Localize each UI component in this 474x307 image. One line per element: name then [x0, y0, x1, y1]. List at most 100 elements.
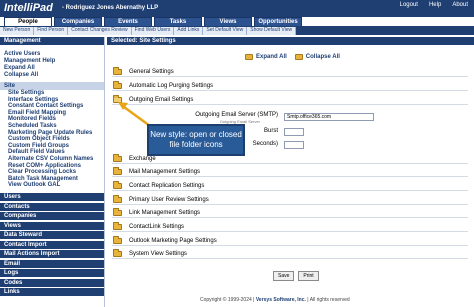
nav-constant-contact-settings[interactable]: Constant Contact Settings	[0, 103, 104, 110]
contact-changes-review-button[interactable]: Contact Changes Review	[68, 27, 132, 35]
user-line: Arthur Jones (ajones, 2) Restart	[373, 18, 468, 24]
closed-folder-icon	[113, 154, 122, 162]
nav-category-mail-actions-import[interactable]: Mail Actions Import	[0, 250, 104, 259]
closed-folder-icon	[113, 67, 122, 75]
show-default-view-button[interactable]: Show Default View	[247, 27, 297, 35]
closed-folder-icon	[113, 195, 122, 203]
nav-category-companies[interactable]: Companies	[0, 212, 104, 221]
closed-folder-icon	[113, 249, 122, 257]
expand-all-label: Expand All	[256, 54, 287, 60]
nav-category-codes[interactable]: Codes	[0, 278, 104, 287]
user-name: Arthur Jones (ajones, 2)	[385, 18, 439, 24]
section-label: Link Management Settings	[129, 210, 201, 216]
section-automatic-log-purging[interactable]: Automatic Log Purging Settings	[112, 81, 468, 91]
seconds-input[interactable]	[284, 141, 304, 149]
expand-all-control[interactable]: Expand All	[245, 54, 287, 60]
app-logo: IntelliPad	[4, 2, 53, 14]
logout-link[interactable]: Logout	[400, 2, 418, 8]
section-outgoing-email-settings[interactable]: Outgoing Email Settings	[112, 95, 468, 105]
tab-tasks[interactable]: Tasks	[154, 17, 202, 26]
about-link[interactable]: About	[452, 2, 468, 8]
nav-category-logs[interactable]: Logs	[0, 269, 104, 278]
company-name: - Rodriguez Jones Abernathy LLP	[62, 5, 159, 11]
nav-interface-settings[interactable]: Interface Settings	[0, 97, 104, 104]
nav-scheduled-tasks[interactable]: Scheduled Tasks	[0, 123, 104, 130]
collapse-all-control[interactable]: Collapse All	[294, 54, 340, 60]
nav-alternate-csv-column-names[interactable]: Alternate CSV Column Names	[0, 156, 104, 163]
nav-category-contacts[interactable]: Contacts	[0, 202, 104, 211]
nav-email-field-mapping[interactable]: Email Field Mapping	[0, 110, 104, 117]
management-help-link[interactable]: Management Help	[0, 58, 104, 65]
add-links-button[interactable]: Add Links	[174, 27, 204, 35]
tab-companies[interactable]: Companies	[54, 17, 102, 26]
main-tabs: People Companies Events Tasks Views Oppo…	[4, 17, 302, 26]
expand-all-link[interactable]: Expand All	[0, 65, 104, 72]
new-person-button[interactable]: New Person	[0, 27, 35, 35]
nav-default-field-values[interactable]: Default Field Values	[0, 149, 104, 156]
save-button[interactable]: Save	[273, 271, 295, 281]
nav-category-email[interactable]: Email	[0, 259, 104, 268]
smtp-server-input[interactable]: Smtp.office365.com	[284, 113, 374, 121]
annotation-callout: New style: open or closed file folder ic…	[147, 124, 245, 156]
section-label: ContactLink Settings	[129, 224, 185, 230]
nav-custom-field-groups[interactable]: Custom Field Groups	[0, 143, 104, 150]
nav-category-users[interactable]: Users	[0, 193, 104, 202]
nav-view-outlook-gal[interactable]: View Outlook GAL	[0, 182, 104, 189]
top-links: Logout Help About	[400, 2, 468, 8]
collapse-all-label: Collapse All	[305, 54, 340, 60]
open-folder-icon	[113, 95, 122, 103]
section-outlook-marketing-page[interactable]: Outlook Marketing Page Settings	[112, 236, 468, 246]
management-header: Management	[0, 37, 104, 45]
site-section-header[interactable]: Site	[0, 82, 104, 90]
closed-folder-icon	[294, 54, 303, 60]
section-contactlink[interactable]: ContactLink Settings	[112, 222, 468, 232]
nav-batch-task-management[interactable]: Batch Task Management	[0, 176, 104, 183]
closed-folder-icon	[113, 236, 122, 244]
toolbar: New Person Find Person Contact Changes R…	[0, 27, 297, 35]
section-label: Outgoing Email Settings	[129, 97, 194, 103]
section-link-management[interactable]: Link Management Settings	[112, 208, 468, 218]
tab-events[interactable]: Events	[104, 17, 152, 26]
help-link[interactable]: Help	[429, 2, 441, 8]
collapse-all-link[interactable]: Collapse All	[0, 72, 104, 79]
nav-monitored-fields[interactable]: Monitored Fields	[0, 116, 104, 123]
page-title: Selected: Site Settings	[107, 37, 474, 45]
section-mail-management[interactable]: Mail Management Settings	[112, 167, 468, 177]
section-label: Mail Management Settings	[129, 169, 201, 175]
nav-category-data-steward[interactable]: Data Steward	[0, 231, 104, 240]
section-label: Exchange	[129, 156, 156, 162]
burst-input[interactable]	[284, 128, 304, 136]
seconds-label: Seconds)	[252, 141, 278, 147]
nav-category-contact-import[interactable]: Contact Import	[0, 240, 104, 249]
nav-category-links[interactable]: Links	[0, 288, 104, 297]
nav-site-settings[interactable]: Site Settings	[0, 90, 104, 97]
print-button[interactable]: Print	[298, 271, 319, 281]
nav-custom-object-fields[interactable]: Custom Object Fields	[0, 136, 104, 143]
expand-collapse-bar: Expand All Collapse All	[245, 54, 340, 60]
find-person-button[interactable]: Find Person	[34, 27, 69, 35]
section-label: Primary User Review Settings	[129, 197, 209, 203]
tab-opportunities[interactable]: Opportunities	[254, 17, 302, 26]
find-web-users-button[interactable]: Find Web Users	[131, 27, 175, 35]
footer-copyright: Copyright © 1999-2024 |	[200, 297, 255, 303]
nav-category-views[interactable]: Views	[0, 221, 104, 230]
nav-marketing-page-update-rules[interactable]: Marketing Page Update Rules	[0, 130, 104, 137]
nav-clear-processing-locks[interactable]: Clear Processing Locks	[0, 169, 104, 176]
closed-folder-icon	[113, 222, 122, 230]
tab-people[interactable]: People	[4, 17, 52, 26]
section-contact-replication[interactable]: Contact Replication Settings	[112, 181, 468, 191]
closed-folder-icon	[113, 181, 122, 189]
section-label: System View Settings	[129, 251, 187, 257]
set-default-view-button[interactable]: Set Default View	[203, 27, 248, 35]
section-general-settings[interactable]: General Settings	[112, 67, 468, 77]
section-primary-user-review[interactable]: Primary User Review Settings	[112, 195, 468, 205]
closed-folder-icon	[113, 208, 122, 216]
section-system-view[interactable]: System View Settings	[112, 249, 468, 259]
closed-folder-icon	[113, 81, 122, 89]
restart-link[interactable]: Restart	[452, 18, 468, 24]
tab-views[interactable]: Views	[204, 17, 252, 26]
footer-vendor-link[interactable]: Versys Software, Inc.	[256, 297, 306, 303]
nav-reset-com-applications[interactable]: Reset COM+ Applications	[0, 163, 104, 170]
active-users-link[interactable]: Active Users	[0, 51, 104, 58]
section-exchange[interactable]: Exchange	[112, 154, 468, 164]
